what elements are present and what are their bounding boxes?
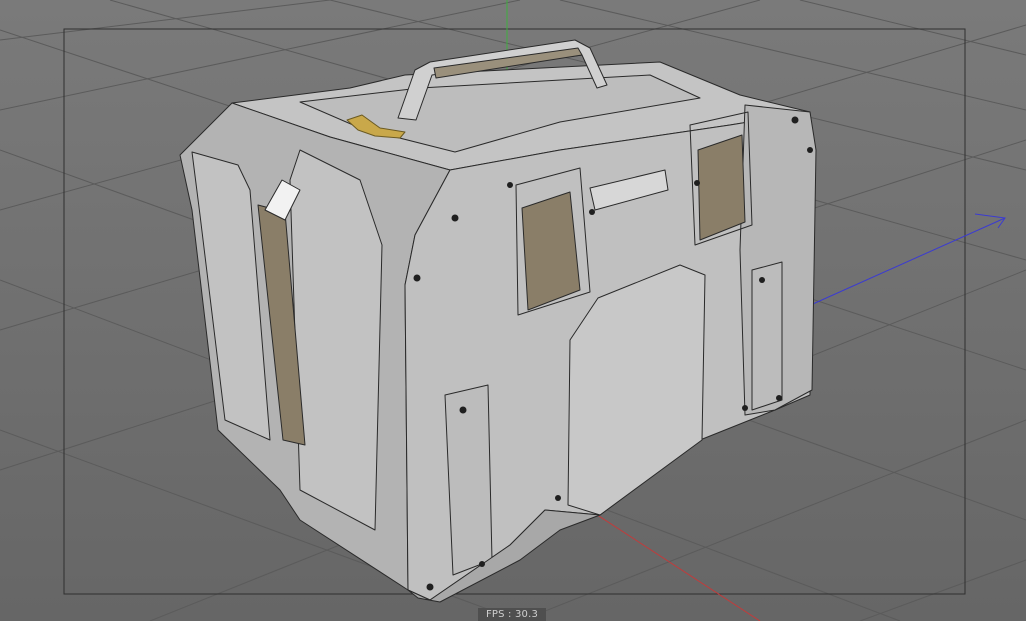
front-lower-slot-left	[444, 384, 493, 576]
3d-viewport[interactable]: FPS : 30.3	[0, 0, 1026, 621]
fps-counter: FPS : 30.3	[478, 608, 546, 621]
viewport-canvas[interactable]	[0, 0, 1026, 621]
front-lower-slot-right	[751, 261, 783, 411]
left-rail-front	[289, 149, 383, 531]
front-pocket-left	[521, 191, 581, 311]
front-pocket-right	[697, 134, 746, 241]
